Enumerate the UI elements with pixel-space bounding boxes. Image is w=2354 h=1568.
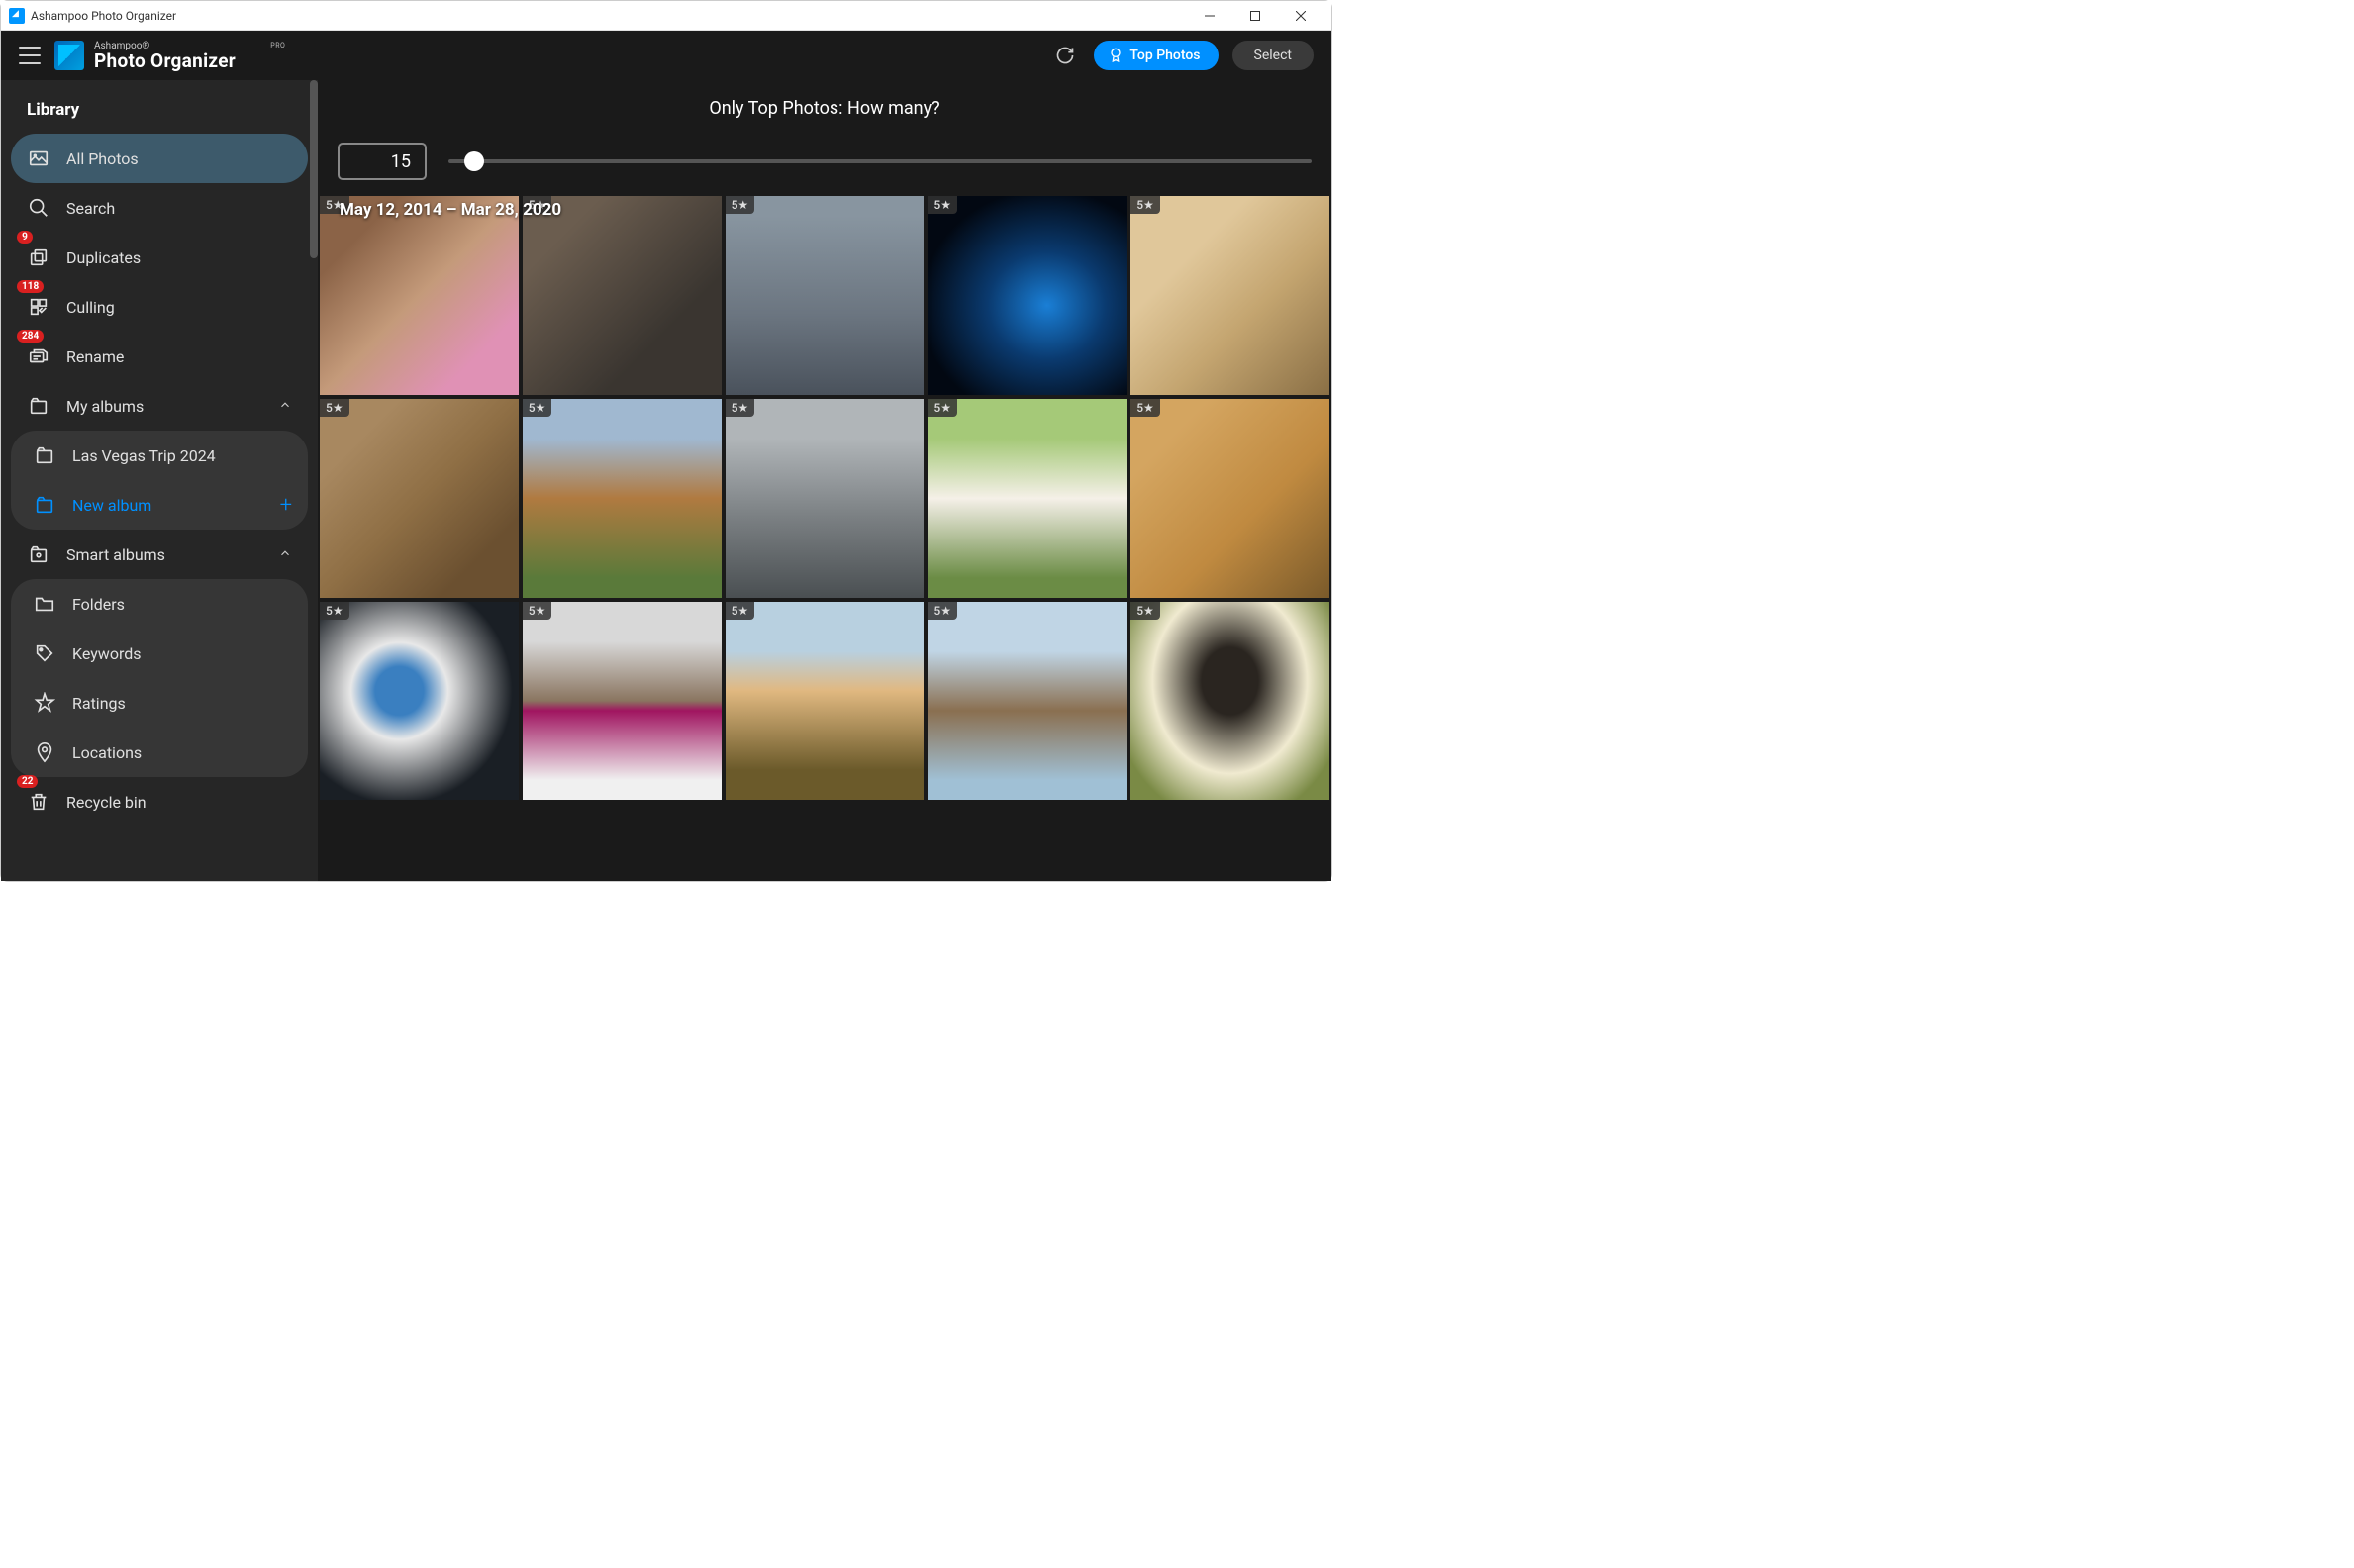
rating-badge: 5★ [928,196,957,214]
nav-all-photos[interactable]: All Photos [11,134,308,183]
nav-ratings[interactable]: Ratings [11,678,308,728]
rating-badge: 5★ [320,602,349,620]
nav-folders[interactable]: Folders [11,579,308,629]
count-slider[interactable] [448,159,1312,163]
photo-thumb[interactable]: 5★ [726,602,925,801]
nav-search[interactable]: Search [11,183,308,233]
nav-culling[interactable]: 118 Culling [11,282,308,332]
top-photos-button[interactable]: Top Photos [1094,41,1218,70]
refresh-button[interactable] [1050,41,1080,70]
filter-bar: Only Top Photos: How many? [318,80,1331,129]
photo-thumb[interactable]: 5★ [1130,399,1329,598]
smart-album-icon [27,542,50,566]
star-icon [33,691,56,715]
window-titlebar: Ashampoo Photo Organizer [1,1,1331,31]
photo-thumb[interactable]: 5★ [523,399,722,598]
app-header: Ashampoo®PRO Photo Organizer Top Photos … [1,31,1331,80]
maximize-button[interactable] [1232,1,1278,31]
menu-toggle[interactable] [19,47,41,64]
sidebar-heading: Library [11,94,308,134]
rating-badge: 5★ [928,602,957,620]
culling-badge: 118 [17,280,44,293]
trash-icon [27,790,50,814]
date-range-label: May 12, 2014 – Mar 28, 2020 [326,200,561,228]
nav-recycle[interactable]: 22 Recycle bin [11,777,308,827]
folder-icon [33,592,56,616]
album-icon [33,443,56,467]
rename-badge: 284 [17,330,44,343]
app-icon [9,8,25,24]
nav-keywords[interactable]: Keywords [11,629,308,678]
photo-thumb[interactable]: 5★ [1130,196,1329,395]
slider-row: 15 [318,129,1331,196]
select-button[interactable]: Select [1232,41,1314,70]
photo-thumb[interactable]: 5★ [726,399,925,598]
count-input[interactable]: 15 [338,143,427,180]
main-panel: Only Top Photos: How many? 15 May 12, 20… [318,80,1331,881]
sidebar: Library All Photos Search 9 Duplicates 1… [1,80,318,881]
nav-smart-albums[interactable]: Smart albums [11,530,308,579]
nav-new-album[interactable]: New album + [11,480,308,530]
plus-icon: + [280,493,292,518]
logo-icon [54,41,84,70]
rating-badge: 5★ [726,602,755,620]
rating-badge: 5★ [726,399,755,417]
slider-thumb[interactable] [464,151,484,171]
recycle-badge: 22 [17,775,38,788]
location-icon [33,740,56,764]
photo-thumb[interactable]: 5★ [523,602,722,801]
album-icon [27,394,50,418]
photo-grid-wrap: May 12, 2014 – Mar 28, 2020 5★ 5★ 5★ 5★ … [318,196,1331,881]
chevron-up-icon [278,545,292,564]
photo-thumb[interactable]: 5★ [928,399,1127,598]
rating-badge: 5★ [1130,399,1160,417]
photo-grid: 5★ 5★ 5★ 5★ 5★ 5★ 5★ 5★ 5★ 5★ 5★ 5★ 5★ 5… [318,196,1331,800]
nav-locations[interactable]: Locations [11,728,308,777]
nav-duplicates[interactable]: 9 Duplicates [11,233,308,282]
photo-thumb[interactable]: 5★ [320,602,519,801]
nav-my-albums[interactable]: My albums [11,381,308,431]
rating-badge: 5★ [928,399,957,417]
duplicates-icon [27,245,50,269]
rating-badge: 5★ [523,399,552,417]
search-icon [27,196,50,220]
rating-badge: 5★ [1130,602,1160,620]
album-icon [33,493,56,517]
photos-icon [27,147,50,170]
chevron-up-icon [278,397,292,416]
duplicates-badge: 9 [17,231,33,244]
photo-thumb[interactable]: 5★ [320,399,519,598]
nav-album-vegas[interactable]: Las Vegas Trip 2024 [11,431,308,480]
rename-icon [27,344,50,368]
rating-badge: 5★ [320,399,349,417]
app-logo: Ashampoo®PRO Photo Organizer [54,41,285,70]
culling-icon [27,295,50,319]
rating-badge: 5★ [1130,196,1160,214]
photo-thumb[interactable]: 5★ [1130,602,1329,801]
rating-badge: 5★ [726,196,755,214]
rating-badge: 5★ [523,602,552,620]
window-title: Ashampoo Photo Organizer [31,9,176,23]
filter-title: Only Top Photos: How many? [338,98,1312,119]
minimize-button[interactable] [1187,1,1232,31]
photo-thumb[interactable]: 5★ [928,602,1127,801]
close-button[interactable] [1278,1,1324,31]
tag-icon [33,641,56,665]
photo-thumb[interactable]: 5★ [928,196,1127,395]
photo-thumb[interactable]: 5★ [726,196,925,395]
nav-rename[interactable]: 284 Rename [11,332,308,381]
